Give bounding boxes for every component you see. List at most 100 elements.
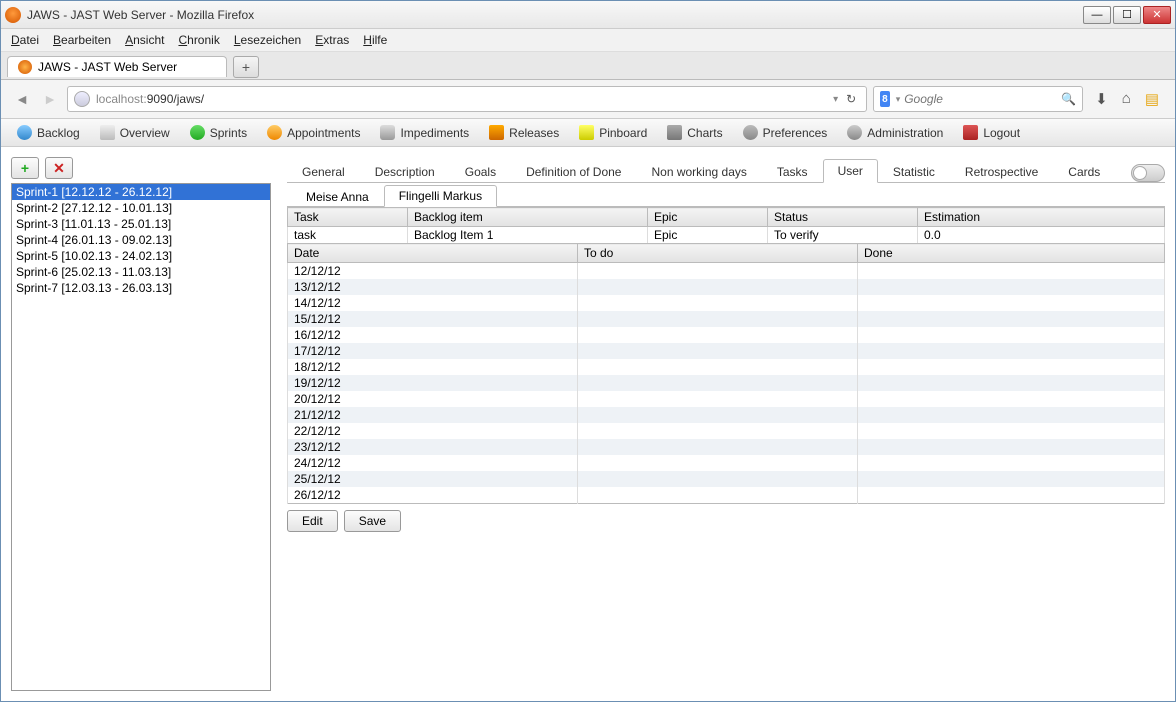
window-maximize-button[interactable]: ☐ — [1113, 6, 1141, 24]
tab-goals[interactable]: Goals — [450, 160, 511, 183]
date-cell: 22/12/12 — [288, 423, 578, 439]
toolbar-sprints[interactable]: Sprints — [180, 121, 257, 144]
date-row[interactable]: 25/12/12 — [288, 471, 1165, 487]
date-row[interactable]: 12/12/12 — [288, 263, 1165, 280]
content-pane: GeneralDescriptionGoalsDefinition of Don… — [287, 157, 1165, 691]
user-tab[interactable]: Flingelli Markus — [384, 185, 497, 207]
date-cell: 25/12/12 — [288, 471, 578, 487]
tab-statistic[interactable]: Statistic — [878, 160, 950, 183]
date-row[interactable]: 15/12/12 — [288, 311, 1165, 327]
tab-general[interactable]: General — [287, 160, 360, 183]
toolbar-administration-label: Administration — [867, 126, 943, 140]
todo-cell — [578, 359, 858, 375]
toolbar-sprints-label: Sprints — [210, 126, 247, 140]
date-row[interactable]: 14/12/12 — [288, 295, 1165, 311]
done-cell — [858, 391, 1165, 407]
search-submit-icon[interactable]: 🔍 — [1061, 92, 1076, 106]
sprint-item[interactable]: Sprint-6 [25.02.13 - 11.03.13] — [12, 264, 270, 280]
bookmarks-icon[interactable]: ▤ — [1145, 90, 1159, 108]
date-row[interactable]: 24/12/12 — [288, 455, 1165, 471]
toolbar-backlog[interactable]: Backlog — [7, 121, 90, 144]
downloads-icon[interactable]: ⬇ — [1095, 90, 1108, 108]
task-table: TaskBacklog itemEpicStatusEstimation tas… — [287, 207, 1165, 243]
date-row[interactable]: 18/12/12 — [288, 359, 1165, 375]
url-path: 9090/jaws/ — [147, 92, 204, 106]
tab-retrospective[interactable]: Retrospective — [950, 160, 1053, 183]
date-row[interactable]: 26/12/12 — [288, 487, 1165, 504]
toolbar-logout-label: Logout — [983, 126, 1020, 140]
save-button[interactable]: Save — [344, 510, 401, 532]
date-cell: 12/12/12 — [288, 263, 578, 280]
browser-tab[interactable]: JAWS - JAST Web Server — [7, 56, 227, 77]
add-sprint-button[interactable]: + — [11, 157, 39, 179]
date-cell: 18/12/12 — [288, 359, 578, 375]
menu-lesezeichen[interactable]: Lesezeichen — [234, 33, 301, 47]
date-row[interactable]: 23/12/12 — [288, 439, 1165, 455]
menu-extras[interactable]: Extras — [315, 33, 349, 47]
toolbar-appointments[interactable]: Appointments — [257, 121, 370, 144]
tab-non-working-days[interactable]: Non working days — [636, 160, 761, 183]
sprint-item[interactable]: Sprint-3 [11.01.13 - 25.01.13] — [12, 216, 270, 232]
date-row[interactable]: 22/12/12 — [288, 423, 1165, 439]
menu-datei[interactable]: Datei — [11, 33, 39, 47]
toolbar-overview[interactable]: Overview — [90, 121, 180, 144]
date-row[interactable]: 13/12/12 — [288, 279, 1165, 295]
toolbar-impediments[interactable]: Impediments — [370, 121, 479, 144]
toolbar-releases[interactable]: Releases — [479, 121, 569, 144]
menu-bearbeiten[interactable]: Bearbeiten — [53, 33, 111, 47]
home-icon[interactable]: ⌂ — [1122, 90, 1131, 108]
menu-hilfe[interactable]: Hilfe — [363, 33, 387, 47]
sprint-item[interactable]: Sprint-5 [10.02.13 - 24.02.13] — [12, 248, 270, 264]
sprint-item[interactable]: Sprint-4 [26.01.13 - 09.02.13] — [12, 232, 270, 248]
sprint-list[interactable]: Sprint-1 [12.12.12 - 26.12.12]Sprint-2 [… — [11, 183, 271, 691]
tab-definition-of-done[interactable]: Definition of Done — [511, 160, 636, 183]
date-row[interactable]: 19/12/12 — [288, 375, 1165, 391]
menu-ansicht[interactable]: Ansicht — [125, 33, 164, 47]
delete-sprint-button[interactable]: ✕ — [45, 157, 73, 179]
date-row[interactable]: 17/12/12 — [288, 343, 1165, 359]
sprint-item[interactable]: Sprint-2 [27.12.12 - 10.01.13] — [12, 200, 270, 216]
edit-button[interactable]: Edit — [287, 510, 338, 532]
toolbar-overview-label: Overview — [120, 126, 170, 140]
toolbar-pinboard[interactable]: Pinboard — [569, 121, 657, 144]
task-header[interactable]: Status — [768, 208, 918, 227]
tab-user[interactable]: User — [823, 159, 878, 183]
toolbar-preferences-label: Preferences — [763, 126, 828, 140]
toolbar-administration[interactable]: Administration — [837, 121, 953, 144]
date-row[interactable]: 20/12/12 — [288, 391, 1165, 407]
task-header[interactable]: Backlog item — [408, 208, 648, 227]
tab-cards[interactable]: Cards — [1053, 160, 1115, 183]
window-minimize-button[interactable]: — — [1083, 6, 1111, 24]
menu-chronik[interactable]: Chronik — [178, 33, 219, 47]
new-tab-button[interactable]: + — [233, 56, 259, 78]
date-header[interactable]: To do — [578, 244, 858, 263]
main-tabs: GeneralDescriptionGoalsDefinition of Don… — [287, 157, 1165, 183]
toolbar-preferences[interactable]: Preferences — [733, 121, 838, 144]
date-header[interactable]: Done — [858, 244, 1165, 263]
sprint-item[interactable]: Sprint-7 [12.03.13 - 26.03.13] — [12, 280, 270, 296]
toolbar-logout[interactable]: Logout — [953, 121, 1030, 144]
tab-tasks[interactable]: Tasks — [762, 160, 823, 183]
nav-forward-button[interactable]: ► — [39, 88, 61, 110]
reload-button[interactable]: ↻ — [842, 92, 860, 106]
date-row[interactable]: 21/12/12 — [288, 407, 1165, 423]
date-header[interactable]: Date — [288, 244, 578, 263]
url-dropdown-icon[interactable]: ▾ — [829, 94, 842, 105]
url-input[interactable]: localhost:9090/jaws/ ▾ ↻ — [67, 86, 867, 112]
user-tab[interactable]: Meise Anna — [291, 186, 384, 207]
window-close-button[interactable]: ✕ — [1143, 6, 1171, 24]
task-header[interactable]: Estimation — [918, 208, 1165, 227]
nav-back-button[interactable]: ◄ — [11, 88, 33, 110]
toolbar-charts[interactable]: Charts — [657, 121, 732, 144]
search-input[interactable] — [904, 92, 1061, 106]
task-header[interactable]: Epic — [648, 208, 768, 227]
view-toggle[interactable] — [1131, 164, 1165, 182]
task-header[interactable]: Task — [288, 208, 408, 227]
todo-cell — [578, 439, 858, 455]
date-row[interactable]: 16/12/12 — [288, 327, 1165, 343]
sprint-item[interactable]: Sprint-1 [12.12.12 - 26.12.12] — [12, 184, 270, 200]
search-box[interactable]: 8 ▾ 🔍 — [873, 86, 1083, 112]
search-engine-icon[interactable]: 8 — [880, 91, 890, 107]
search-dropdown-icon[interactable]: ▾ — [896, 94, 901, 105]
tab-description[interactable]: Description — [360, 160, 450, 183]
